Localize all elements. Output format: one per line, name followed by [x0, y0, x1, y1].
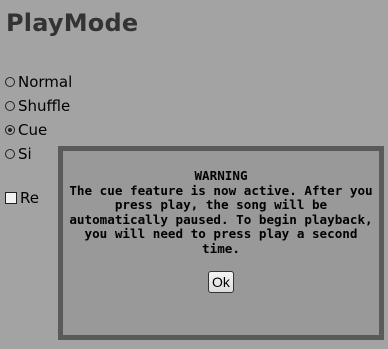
radio-option-cue[interactable]: Cue — [5, 120, 47, 140]
radio-label-shuffle: Shuffle — [18, 97, 71, 115]
radio-option-single[interactable]: Si — [5, 144, 32, 164]
repeat-checkbox-option[interactable]: Re — [5, 188, 39, 208]
radio-label-cue: Cue — [18, 121, 48, 139]
radio-button-icon[interactable] — [5, 101, 15, 111]
radio-button-icon[interactable] — [5, 77, 15, 87]
radio-label-single: Si — [18, 145, 32, 163]
checkbox-icon[interactable] — [5, 192, 17, 204]
dialog-message: The cue feature is now active. After you… — [69, 182, 373, 256]
radio-button-icon[interactable] — [5, 149, 15, 159]
warning-dialog: WARNING The cue feature is now active. A… — [58, 146, 384, 340]
page-title: PlayMode — [6, 9, 139, 37]
radio-option-shuffle[interactable]: Shuffle — [5, 96, 70, 116]
radio-option-normal[interactable]: Normal — [5, 72, 72, 92]
radio-label-normal: Normal — [18, 73, 73, 91]
ok-button[interactable]: Ok — [208, 271, 234, 293]
radio-button-selected-icon[interactable] — [5, 125, 15, 135]
dialog-heading: WARNING — [194, 168, 248, 183]
repeat-label: Re — [20, 189, 39, 207]
